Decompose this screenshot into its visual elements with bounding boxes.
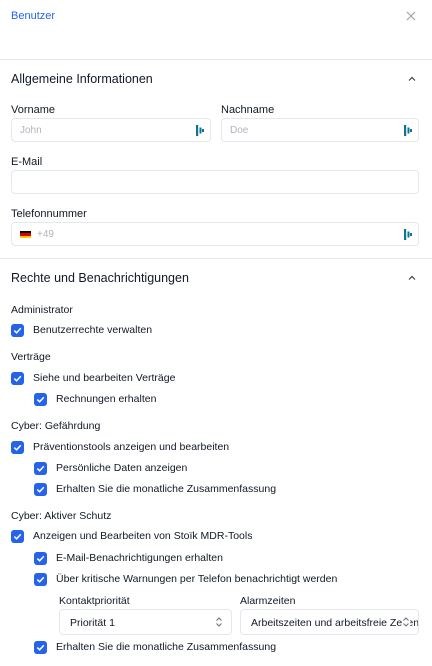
last-name-field[interactable]: Doe (221, 118, 419, 142)
section-general-title: Allgemeine Informationen (11, 72, 153, 86)
contact-priority-value: Priorität 1 (70, 617, 115, 629)
checkbox-label: Anzeigen und Bearbeiten von Stoïk MDR-To… (33, 530, 253, 542)
contact-priority-select[interactable]: Priorität 1 (59, 609, 232, 635)
email-label: E-Mail (11, 156, 43, 168)
first-name-label: Vorname (11, 104, 56, 116)
last-name-label: Nachname (221, 104, 275, 116)
first-name-placeholder: John (20, 125, 42, 136)
checkbox-label: Persönliche Daten anzeigen (56, 462, 188, 474)
checkbox-label: E-Mail-Benachrichtigungen erhalten (56, 552, 223, 564)
password-manager-icon[interactable] (404, 229, 412, 240)
alarm-times-label: Alarmzeiten (240, 595, 296, 607)
close-icon[interactable] (406, 9, 418, 23)
alarm-times-select[interactable]: Arbeitszeiten und arbeitsfreie Zeiten (240, 609, 419, 635)
checkbox-checked[interactable] (11, 324, 24, 337)
phone-field[interactable]: +49 (11, 222, 419, 246)
checkbox-label: Über kritische Warnungen per Telefon ben… (56, 573, 338, 585)
contact-priority-label: Kontaktpriorität (59, 595, 130, 607)
section-rights-header[interactable]: Rechte und Benachrichtigungen (11, 271, 421, 291)
checkbox-label: Präventionstools anzeigen und bearbeiten (33, 441, 230, 453)
section-rights-title: Rechte und Benachrichtigungen (11, 271, 189, 285)
chevron-updown-icon (402, 616, 410, 628)
first-name-field[interactable]: John (11, 118, 211, 142)
checkbox-label: Siehe und bearbeiten Verträge (33, 372, 176, 384)
last-name-placeholder: Doe (230, 125, 249, 136)
checkbox-checked[interactable] (34, 552, 47, 565)
chevron-up-icon[interactable] (407, 273, 417, 283)
de-flag-icon[interactable] (20, 231, 31, 238)
checkbox-label: Benutzerrechte verwalten (33, 324, 153, 336)
checkbox-label: Erhalten Sie die monatliche Zusammenfass… (56, 483, 277, 495)
chevron-up-icon[interactable] (407, 74, 417, 84)
section-general-header[interactable]: Allgemeine Informationen (11, 72, 421, 92)
group-title-cyber-threat: Cyber: Gefährdung (11, 420, 101, 432)
checkbox-checked[interactable] (11, 441, 24, 454)
password-manager-icon[interactable] (404, 125, 412, 136)
divider (0, 258, 432, 259)
checkbox-checked[interactable] (34, 573, 47, 586)
checkbox-checked[interactable] (34, 641, 47, 654)
email-field[interactable] (11, 170, 419, 194)
divider (0, 59, 432, 60)
panel-title: Benutzer (11, 10, 56, 22)
group-title-contracts: Verträge (11, 351, 51, 363)
checkbox-checked[interactable] (34, 393, 47, 406)
password-manager-icon[interactable] (196, 125, 204, 136)
group-title-administrator: Administrator (11, 304, 73, 316)
checkbox-label: Erhalten Sie die monatliche Zusammenfass… (56, 641, 277, 653)
panel-header: Benutzer (0, 0, 432, 40)
chevron-updown-icon (215, 616, 223, 628)
checkbox-label: Rechnungen erhalten (56, 393, 157, 405)
alarm-times-value: Arbeitszeiten und arbeitsfreie Zeiten (251, 617, 419, 629)
phone-placeholder: +49 (37, 229, 54, 240)
checkbox-checked[interactable] (11, 372, 24, 385)
checkbox-checked[interactable] (34, 462, 47, 475)
checkbox-checked[interactable] (11, 530, 24, 543)
phone-label: Telefonnummer (11, 208, 87, 220)
checkbox-checked[interactable] (34, 483, 47, 496)
group-title-cyber-active: Cyber: Aktiver Schutz (11, 510, 112, 522)
